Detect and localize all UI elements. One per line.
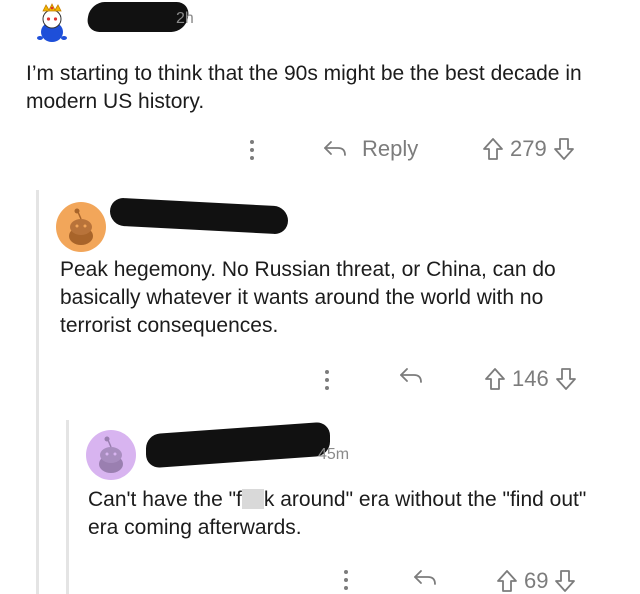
- redacted-username: [85, 2, 191, 32]
- reply-button[interactable]: [412, 568, 438, 588]
- downvote-icon[interactable]: [555, 367, 577, 391]
- upvote-icon[interactable]: [482, 137, 504, 161]
- comment-1: 2h I’m starting to think that the 90s mi…: [0, 0, 640, 185]
- comment-body: Can't have the "f k around" era without t…: [88, 486, 608, 542]
- vote-controls: 146: [484, 366, 577, 392]
- vote-controls: 69: [496, 568, 576, 594]
- comment-text-start: Can't have the "f: [88, 488, 242, 511]
- downvote-icon[interactable]: [553, 137, 575, 161]
- redacted-username: [146, 421, 330, 469]
- reply-button[interactable]: [398, 366, 424, 386]
- reply-label: Reply: [362, 136, 419, 161]
- upvote-icon[interactable]: [484, 367, 506, 391]
- reply-arrow-icon: [400, 368, 422, 383]
- censor-blur: [241, 489, 264, 509]
- redacted-username: [110, 197, 288, 235]
- more-options-button[interactable]: [250, 140, 254, 160]
- user-avatar[interactable]: [56, 202, 106, 252]
- crowned-snoo-icon: [37, 3, 67, 42]
- vote-count: 279: [510, 136, 547, 161]
- vote-count: 146: [512, 366, 549, 391]
- user-avatar[interactable]: [30, 2, 74, 46]
- reply-button[interactable]: Reply: [322, 136, 418, 162]
- comment-3: 45m Can't have the "f k around" era witho…: [0, 420, 640, 594]
- comment-2: Peak hegemony. No Russian threat, or Chi…: [0, 190, 640, 415]
- reply-arrow-icon: [324, 141, 346, 156]
- comment-body: I’m starting to think that the 90s might…: [26, 62, 582, 113]
- reply-arrow-icon: [414, 570, 436, 585]
- comment-timestamp: 2h: [176, 10, 194, 27]
- snoo-avatar-icon: [99, 436, 123, 473]
- downvote-icon[interactable]: [554, 569, 576, 593]
- more-options-button[interactable]: [344, 570, 348, 590]
- upvote-icon[interactable]: [496, 569, 518, 593]
- comment-timestamp: 45m: [318, 446, 350, 463]
- more-options-button[interactable]: [325, 370, 329, 390]
- user-avatar[interactable]: [86, 430, 136, 480]
- vote-count: 69: [524, 568, 549, 593]
- vote-controls: 279: [482, 136, 575, 162]
- snoo-avatar-icon: [69, 208, 93, 245]
- comment-body: Peak hegemony. No Russian threat, or Chi…: [60, 258, 556, 337]
